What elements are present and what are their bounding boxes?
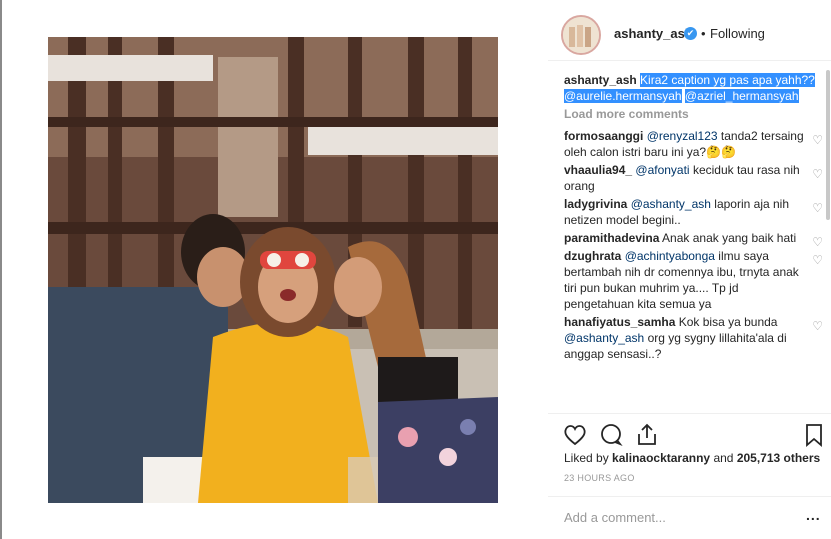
comment-username[interactable]: paramithadevina xyxy=(564,231,659,245)
header-divider xyxy=(548,60,831,61)
comment-username[interactable]: ladygrivina xyxy=(564,197,627,211)
window-left-edge xyxy=(0,0,2,539)
post-actions xyxy=(548,413,831,453)
separator-dot: • xyxy=(701,26,706,41)
more-options-icon[interactable]: ... xyxy=(806,507,821,523)
comment-mention[interactable]: @renyzal123 xyxy=(647,129,718,143)
comment-mention[interactable]: @achintyabonga xyxy=(625,249,715,263)
heart-icon[interactable]: ♡ xyxy=(812,166,823,182)
comments-list[interactable]: ashanty_ash Kira2 caption yg pas apa yah… xyxy=(564,72,826,412)
comment-item: paramithadevina Anak anak yang baik hati… xyxy=(564,230,826,249)
comment-username[interactable]: vhaaulia94_ xyxy=(564,163,632,177)
add-comment-input[interactable] xyxy=(564,507,784,527)
post-panel: ashanty_ash ✔ • Following ashanty_ash Ki… xyxy=(548,0,831,539)
following-button[interactable]: Following xyxy=(710,26,765,41)
post-header: ashanty_ash ✔ • Following xyxy=(548,10,831,60)
comment-text: Kok bisa ya bunda xyxy=(678,315,778,329)
heart-icon[interactable] xyxy=(562,422,588,448)
comment-mention[interactable]: @afonyati xyxy=(635,163,689,177)
caption-mention-azriel[interactable]: @azriel_hermansyah xyxy=(684,89,799,103)
comment-item: dzughrata @achintyabonga ilmu saya berta… xyxy=(564,248,826,312)
caption-username[interactable]: ashanty_ash xyxy=(564,73,637,87)
likes-count[interactable]: 205,713 others xyxy=(737,451,820,465)
share-icon[interactable] xyxy=(634,422,660,448)
verified-icon: ✔ xyxy=(684,27,697,40)
post-username[interactable]: ashanty_ash xyxy=(614,26,693,41)
comment-item: hanafiyatus_samha Kok bisa ya bunda @ash… xyxy=(564,314,826,362)
comment-item: vhaaulia94_ @afonyati keciduk tau rasa n… xyxy=(564,162,826,194)
heart-icon[interactable]: ♡ xyxy=(812,200,823,216)
heart-icon[interactable]: ♡ xyxy=(812,318,823,334)
post-caption: ashanty_ash Kira2 caption yg pas apa yah… xyxy=(564,72,826,104)
caption-text: Kira2 caption yg pas apa yahh?? xyxy=(640,73,815,87)
post-timestamp[interactable]: 23 HOURS AGO xyxy=(564,473,635,483)
heart-icon[interactable]: ♡ xyxy=(812,252,823,268)
avatar-image xyxy=(563,17,599,53)
comment-username[interactable]: dzughrata xyxy=(564,249,621,263)
comment-username[interactable]: hanafiyatus_samha xyxy=(564,315,675,329)
likes-middle: and xyxy=(713,451,734,465)
heart-icon[interactable]: ♡ xyxy=(812,132,823,148)
scrollbar-thumb[interactable] xyxy=(826,70,830,220)
comment-icon[interactable] xyxy=(598,422,624,448)
comment-mention[interactable]: @ashanty_ash xyxy=(564,331,644,345)
caption-mention-aurelie[interactable]: @aurelie.hermansyah xyxy=(564,89,682,103)
comments-scrollbar[interactable] xyxy=(825,70,831,410)
post-photo[interactable] xyxy=(48,37,498,503)
comment-mention[interactable]: @ashanty_ash xyxy=(631,197,711,211)
load-more-comments-button[interactable]: Load more comments xyxy=(564,106,826,122)
add-comment-bar: ... xyxy=(548,496,831,539)
likes-prefix: Liked by xyxy=(564,451,609,465)
photo-illustration xyxy=(48,37,498,503)
bookmark-icon[interactable] xyxy=(801,422,827,448)
comment-username[interactable]: formosaanggi xyxy=(564,129,643,143)
comment-item: formosaanggi @renyzal123 tanda2 tersaing… xyxy=(564,128,826,160)
likes-user[interactable]: kalinaocktaranny xyxy=(612,451,710,465)
avatar[interactable] xyxy=(561,15,601,55)
comment-item: ladygrivina @ashanty_ash laporin aja nih… xyxy=(564,196,826,228)
likes-summary: Liked by kalinaocktaranny and 205,713 ot… xyxy=(564,451,820,465)
comment-text: Anak anak yang baik hati xyxy=(662,231,797,245)
